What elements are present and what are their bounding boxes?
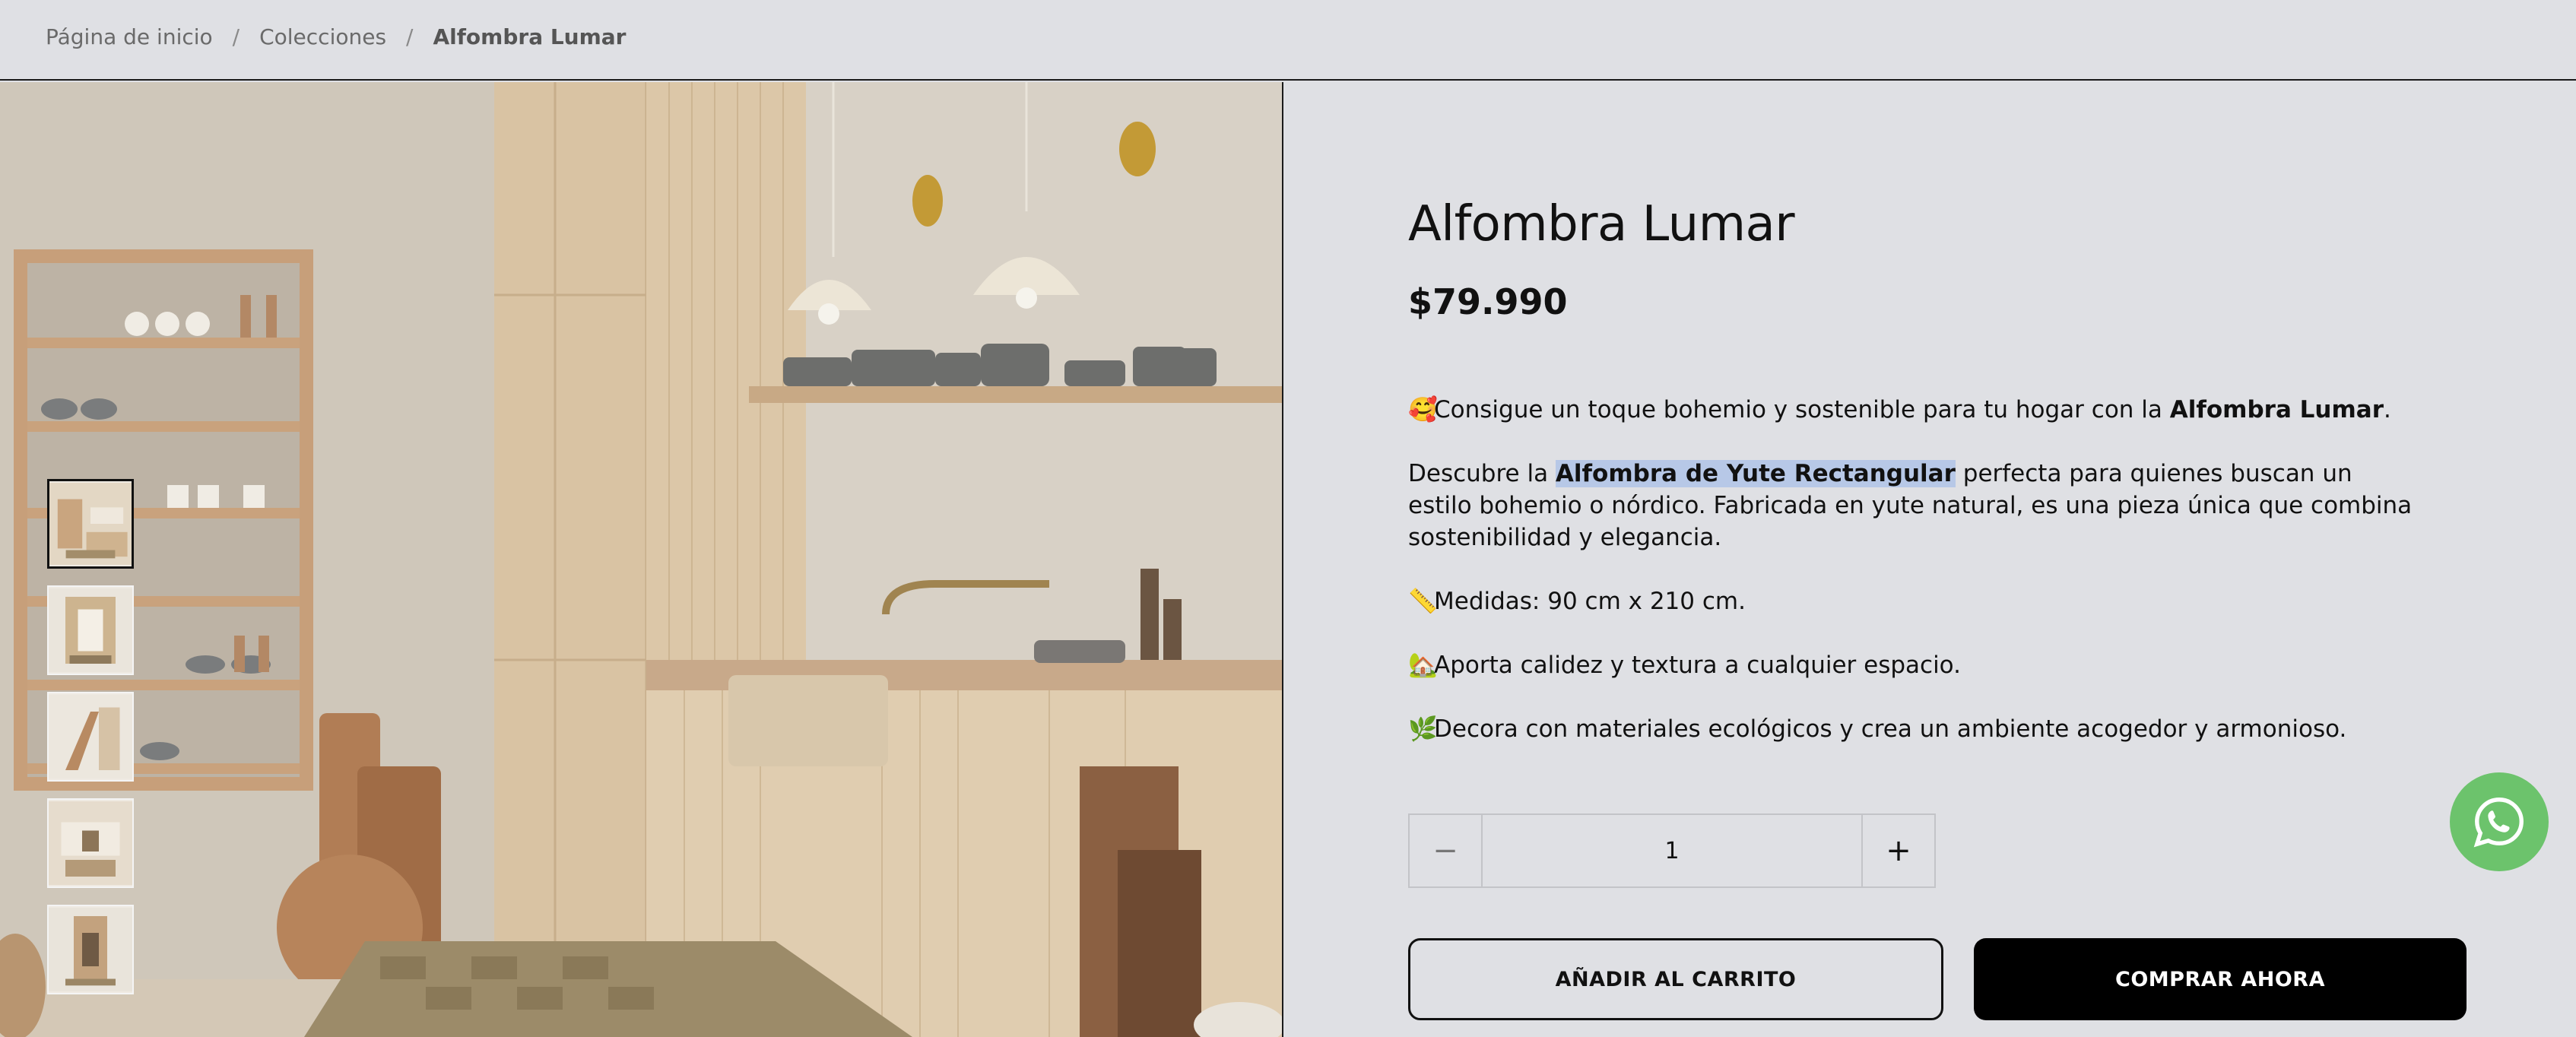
breadcrumb-current: Alfombra Lumar: [433, 24, 627, 49]
intro-end: .: [2384, 396, 2391, 423]
breadcrumb-separator: /: [406, 24, 414, 49]
quantity-decrease-button[interactable]: −: [1410, 815, 1483, 886]
description-paragraph: Descubre la Alfombra de Yute Rectangular…: [1408, 458, 2419, 553]
thumbnail-4[interactable]: [47, 798, 134, 888]
buy-now-button[interactable]: COMPRAR AHORA: [1974, 938, 2467, 1020]
thumbnail-1[interactable]: [47, 479, 134, 569]
thumbnail-2[interactable]: [47, 585, 134, 675]
quantity-increase-button[interactable]: +: [1861, 815, 1934, 886]
smiling-hearts-icon: 🥰: [1408, 396, 1438, 423]
breadcrumb-home-link[interactable]: Página de inicio: [46, 24, 213, 49]
whatsapp-button[interactable]: [2450, 772, 2549, 871]
breadcrumb-separator: /: [232, 24, 240, 49]
thumbnail-5[interactable]: [47, 905, 134, 994]
highlighted-product-name: Alfombra de Yute Rectangular: [1555, 460, 1956, 487]
breadcrumb-collections-link[interactable]: Colecciones: [259, 24, 386, 49]
quantity-input[interactable]: [1483, 815, 1861, 886]
bullet-warmth: 🏡Aporta calidez y textura a cualquier es…: [1408, 649, 2419, 681]
thumbnail-strip: [47, 479, 134, 994]
product-title: Alfombra Lumar: [1408, 196, 1795, 252]
description-intro: 🥰Consigue un toque bohemio y sostenible …: [1408, 394, 2419, 426]
thumbnail-image: [49, 801, 132, 885]
bullet-measurements: 📏Medidas: 90 cm x 210 cm.: [1408, 585, 2419, 617]
product-description: 🥰Consigue un toque bohemio y sostenible …: [1408, 394, 2419, 777]
product-price: $79.990: [1408, 281, 1568, 322]
house-icon: 🏡: [1408, 652, 1438, 679]
add-to-cart-button[interactable]: AÑADIR AL CARRITO: [1408, 938, 1943, 1020]
intro-bold-name: Alfombra Lumar: [2169, 396, 2384, 423]
product-gallery[interactable]: [0, 82, 1283, 1037]
thumbnail-image: [49, 588, 132, 672]
bullet-text: Medidas: 90 cm x 210 cm.: [1434, 588, 1746, 615]
bullet-text: Decora con materiales ecológicos y crea …: [1434, 715, 2347, 743]
intro-text: Consigue un toque bohemio y sostenible p…: [1434, 396, 2170, 423]
bullet-text: Aporta calidez y textura a cualquier esp…: [1434, 652, 1961, 679]
leaf-icon: 🌿: [1408, 715, 1438, 743]
quantity-stepper: − +: [1408, 813, 1936, 888]
product-info-panel: Alfombra Lumar $79.990 🥰Consigue un toqu…: [1285, 82, 2576, 1037]
ruler-icon: 📏: [1408, 588, 1438, 615]
thumbnail-image: [49, 483, 132, 565]
thumbnail-3[interactable]: [47, 692, 134, 782]
thumbnail-image: [49, 908, 132, 991]
bullet-eco: 🌿Decora con materiales ecológicos y crea…: [1408, 713, 2419, 745]
whatsapp-icon: [2473, 798, 2524, 848]
product-main-image: [0, 82, 1282, 1037]
top-bar: Página de inicio / Colecciones / Alfombr…: [0, 0, 2576, 81]
thumbnail-image: [49, 695, 132, 779]
para-start: Descubre la: [1408, 460, 1556, 487]
breadcrumb: Página de inicio / Colecciones / Alfombr…: [46, 21, 627, 52]
